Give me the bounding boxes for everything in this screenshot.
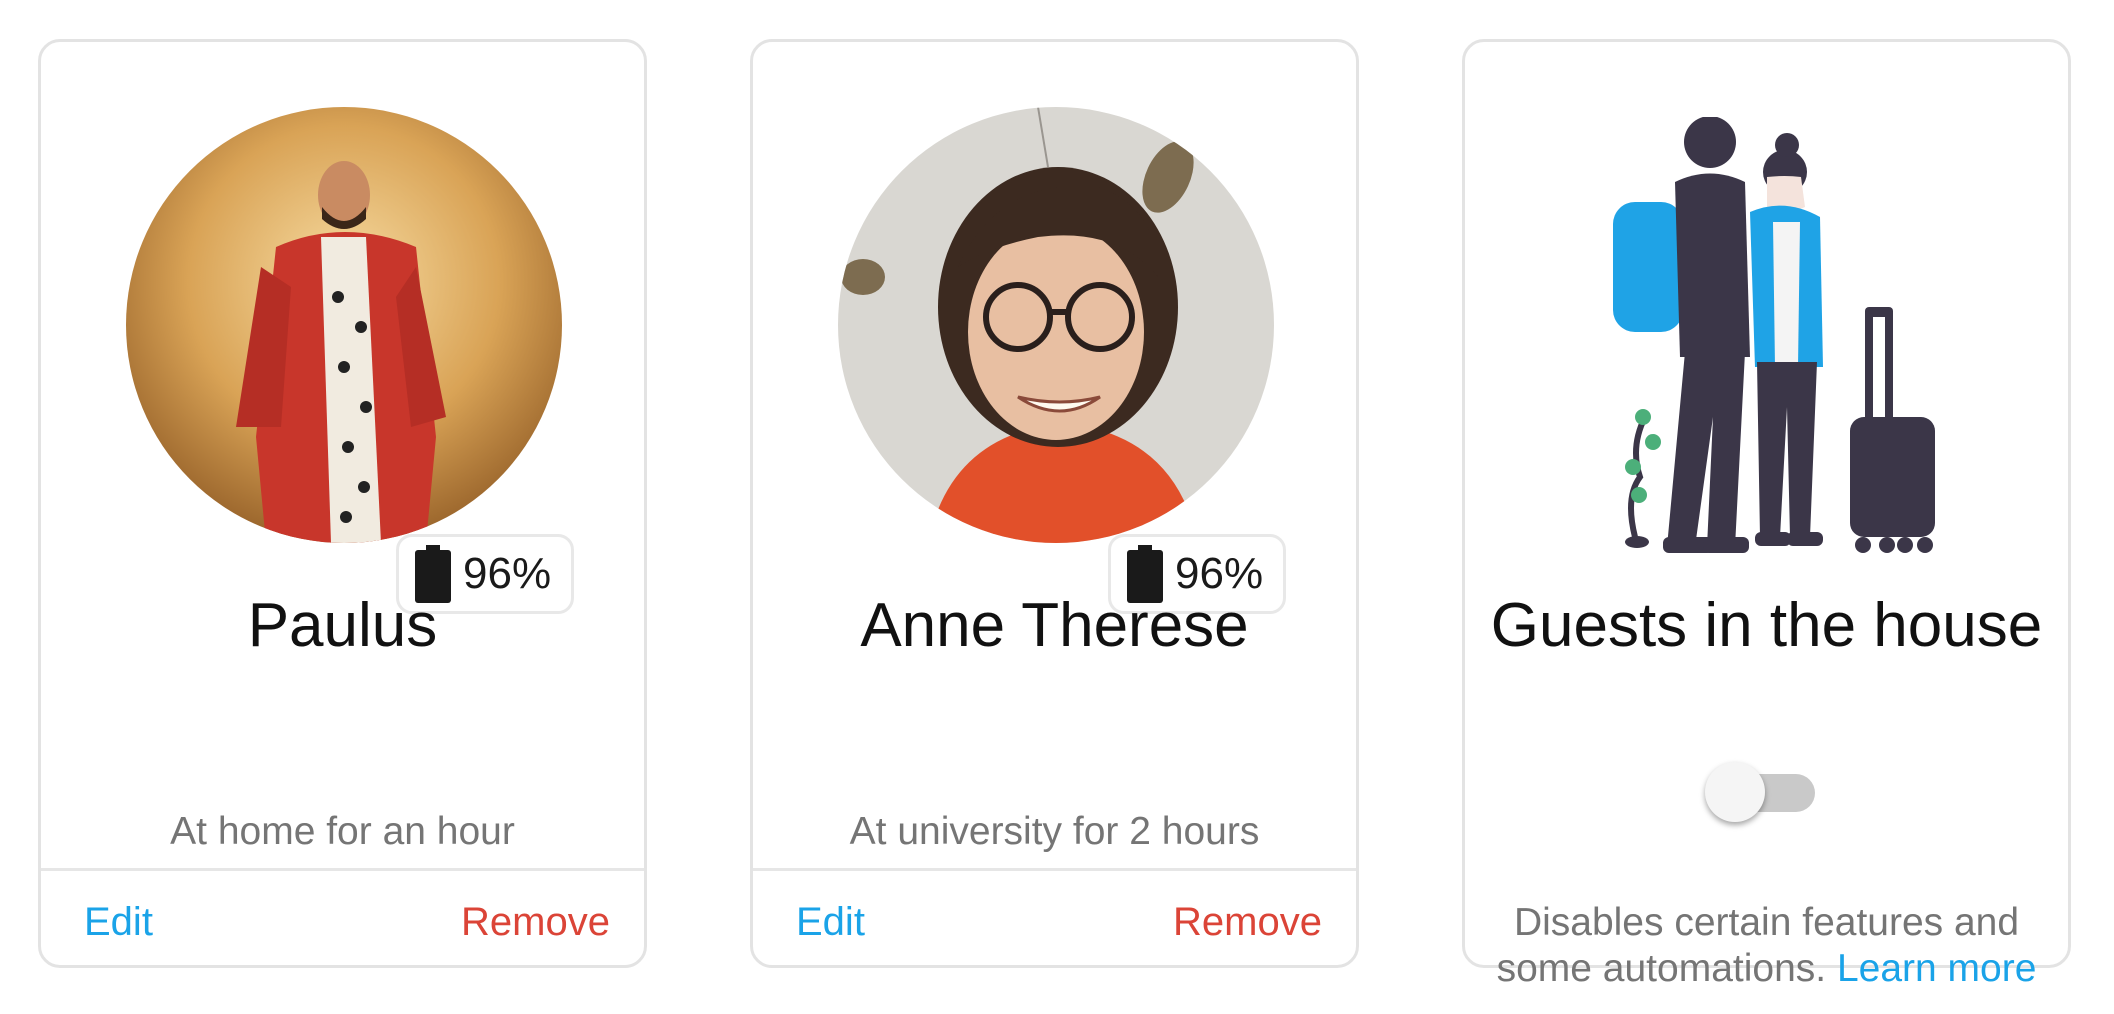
person-card-paulus: 96% Paulus At home for an hour Edit Remo… (38, 39, 647, 968)
guests-card: Guests in the house Disables certain fea… (1462, 39, 2071, 990)
remove-button[interactable]: Remove (461, 900, 610, 945)
description-line-2: some automations. Learn more (1465, 946, 2068, 992)
description-line-2-text: some automations. (1496, 947, 1827, 990)
avatar (838, 107, 1274, 543)
guests-title: Guests in the house (1490, 591, 2043, 660)
remove-button[interactable]: Remove (1173, 900, 1322, 945)
location-status: At university for 2 hours (849, 810, 1260, 853)
description-line-1: Disables certain features and (1513, 901, 2020, 944)
edit-button[interactable]: Edit (796, 900, 865, 945)
person-card-anne-therese: 96% Anne Therese At university for 2 hou… (750, 39, 1359, 968)
guests-description: Disables certain features and some autom… (1465, 900, 2068, 992)
person-name: Anne Therese (860, 591, 1249, 660)
divider (41, 868, 644, 871)
guests-travel-illustration (1613, 117, 1935, 553)
guests-toggle[interactable] (1705, 760, 1823, 826)
avatar-container: 96% (838, 107, 1286, 614)
avatar-container: 96% (126, 107, 574, 614)
location-status: At home for an hour (170, 810, 515, 853)
toggle-knob (1705, 762, 1765, 822)
avatar (126, 107, 562, 543)
learn-more-link[interactable]: Learn more (1837, 947, 2036, 990)
person-name: Paulus (247, 591, 438, 660)
divider (753, 868, 1356, 871)
edit-button[interactable]: Edit (84, 900, 153, 945)
